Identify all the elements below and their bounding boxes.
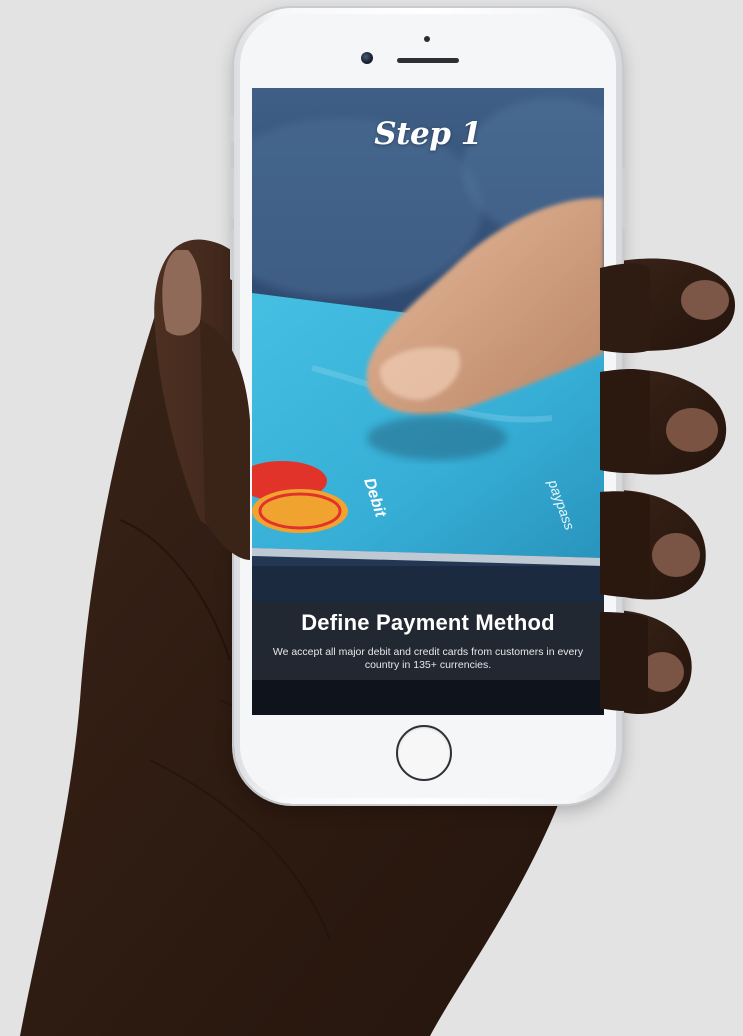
volume-up-button bbox=[230, 168, 234, 218]
finger-nail-4 bbox=[640, 652, 684, 692]
app-screen: Debit paypass Step 1 Define Payment Meth… bbox=[252, 88, 604, 715]
caption-description: We accept all major debit and credit car… bbox=[272, 646, 584, 671]
front-camera-icon bbox=[361, 52, 373, 64]
caption-panel: Define Payment Method We accept all majo… bbox=[252, 602, 604, 680]
caption-heading: Define Payment Method bbox=[301, 610, 555, 635]
volume-down-button bbox=[230, 230, 234, 280]
finger-nail-2 bbox=[666, 408, 718, 452]
home-button[interactable] bbox=[396, 725, 452, 781]
scene: Debit paypass Step 1 Define Payment Meth… bbox=[0, 0, 743, 1036]
finger-nail-1 bbox=[681, 280, 729, 320]
proximity-sensor-icon bbox=[424, 36, 430, 42]
smartphone-device: Debit paypass Step 1 Define Payment Meth… bbox=[230, 8, 626, 804]
step-title: Step 1 bbox=[374, 116, 482, 152]
power-button bbox=[622, 168, 626, 228]
earpiece-speaker-icon bbox=[397, 58, 459, 63]
finger-nail-3 bbox=[652, 533, 700, 577]
mute-switch bbox=[230, 116, 234, 142]
thumb-nail bbox=[162, 250, 202, 336]
